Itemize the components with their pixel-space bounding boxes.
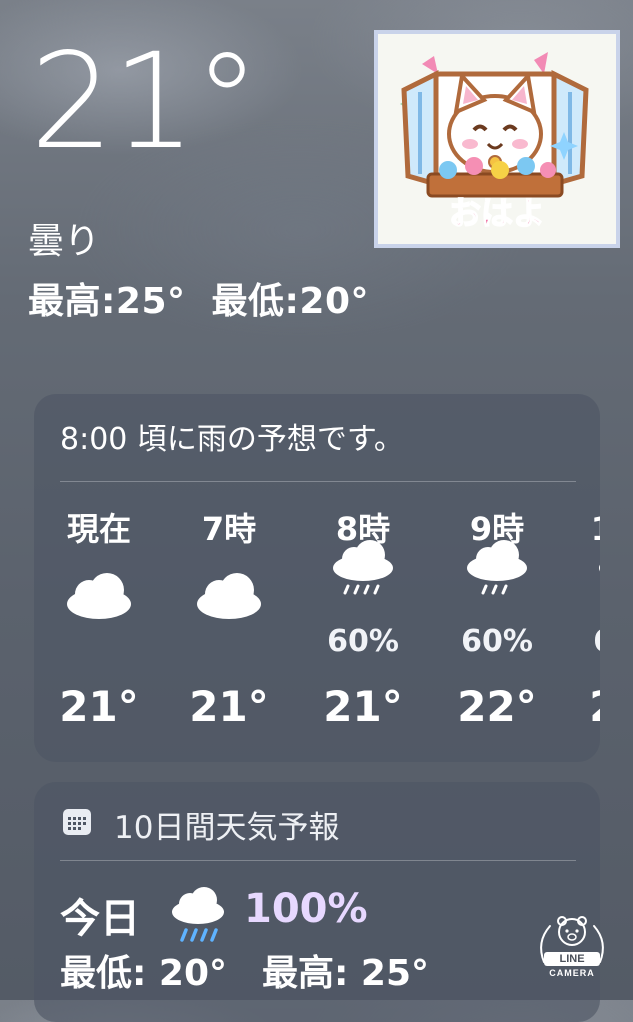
- hour-item[interactable]: 9時 60% 22°: [432, 504, 562, 731]
- day-high: 最高: 25°: [262, 953, 430, 994]
- ohayo-cat-sticker: おはよ: [374, 30, 620, 248]
- precip-chance: 60%: [564, 624, 600, 659]
- day-label: 今日: [60, 896, 140, 942]
- cloud-rain-icon: [432, 540, 562, 610]
- hour-label: 現在: [66, 510, 131, 548]
- precip-chance: 100%: [244, 886, 368, 932]
- precip-chance: 60%: [461, 624, 533, 659]
- cloud-rain-icon: [564, 540, 600, 610]
- hour-temperature: 22°: [457, 682, 537, 731]
- current-weather: 21°: [30, 25, 260, 179]
- hour-item[interactable]: 10時 60% 22°: [564, 504, 600, 731]
- high-low: 最高:25° 最低:20°: [28, 272, 395, 324]
- cloud-heavy-rain-icon: [166, 886, 230, 948]
- high-temperature: 最高:25°: [28, 281, 186, 322]
- ten-day-forecast-card[interactable]: 10日間天気予報 今日 100% 最低: 20° 最高: 25°: [34, 782, 600, 1022]
- divider: [60, 481, 576, 482]
- current-temperature: 21°: [30, 25, 260, 179]
- hour-temperature: 21°: [59, 682, 139, 731]
- precip-chance: 60%: [327, 624, 399, 659]
- watermark-camera: CAMERA: [549, 968, 595, 978]
- watermark-line: LINE: [559, 953, 585, 965]
- hour-temperature: 21°: [189, 682, 269, 731]
- forecast-title: 10日間天気予報: [114, 810, 340, 846]
- calendar-icon: [62, 808, 92, 836]
- hour-item[interactable]: 8時 60% 21°: [298, 504, 428, 731]
- rain-alert: 8:00 頃に雨の予想です。: [60, 422, 404, 457]
- hour-temperature: 21°: [323, 682, 403, 731]
- svg-text:おはよ: おはよ: [449, 194, 545, 232]
- hour-item[interactable]: 7時 21°: [164, 504, 294, 731]
- cat-window-illustration: おはよ: [378, 34, 616, 244]
- current-condition: 曇り: [28, 221, 101, 262]
- line-camera-watermark: LINE CAMERA: [532, 904, 612, 984]
- low-temperature: 最低:20°: [211, 281, 369, 322]
- hourly-forecast-card[interactable]: 8:00 頃に雨の予想です。 現在 21° 7時 21° 8時 60% 21° …: [34, 394, 600, 762]
- cloud-icon: [34, 566, 164, 636]
- day-low: 最低: 20°: [60, 953, 228, 994]
- hour-label: 7時: [201, 510, 257, 548]
- cloud-icon: [164, 566, 294, 636]
- hour-item[interactable]: 現在 21°: [34, 504, 164, 731]
- hour-temperature: 22°: [564, 682, 600, 731]
- hourly-scroller[interactable]: 現在 21° 7時 21° 8時 60% 21° 9時 60% 22°: [34, 504, 600, 744]
- divider: [60, 860, 576, 861]
- cloud-rain-icon: [298, 540, 428, 610]
